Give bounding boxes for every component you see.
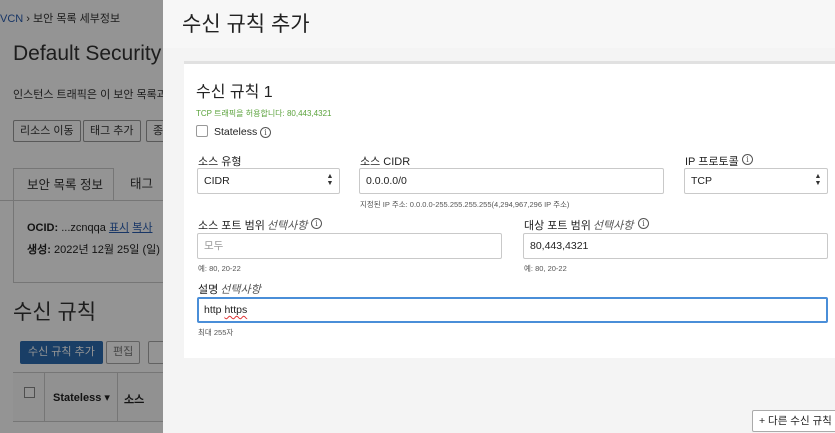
- panel-header: 수신 규칙 추가: [163, 0, 835, 48]
- source-cidr-value: 0.0.0.0/0: [366, 175, 407, 187]
- source-cidr-label: 소스 CIDR: [360, 156, 411, 168]
- description-help: 최대 255자: [198, 328, 234, 337]
- chevron-updown-icon: ▲ ▼: [326, 173, 334, 187]
- chevron-updown-icon: ▲ ▼: [814, 173, 822, 187]
- dest-port-label: 대상 포트 범위 선택사항: [524, 220, 634, 232]
- add-ingress-rules-panel: 수신 규칙 추가 수신 규칙 1 TCP 트래픽을 허용합니다: 80,443,…: [163, 0, 835, 433]
- rule-title: 수신 규칙 1: [196, 84, 273, 101]
- source-cidr-input[interactable]: 0.0.0.0/0: [359, 168, 664, 194]
- ingress-rule-card: 수신 규칙 1 TCP 트래픽을 허용합니다: 80,443,4321 Stat…: [184, 61, 835, 358]
- ip-protocol-select[interactable]: TCP ▲ ▼: [684, 168, 828, 194]
- ip-protocol-label: IP 프로토콜: [685, 156, 739, 168]
- info-icon[interactable]: i: [742, 154, 753, 165]
- panel-body: 수신 규칙 1 TCP 트래픽을 허용합니다: 80,443,4321 Stat…: [163, 48, 835, 433]
- dest-port-input[interactable]: 80,443,4321: [523, 233, 828, 259]
- source-cidr-help: 지정된 IP 주소: 0.0.0.0-255.255.255.255(4,294…: [360, 200, 570, 209]
- source-port-help: 예: 80, 20-22: [198, 264, 241, 273]
- info-icon[interactable]: i: [638, 218, 649, 229]
- dest-port-help: 예: 80, 20-22: [524, 264, 567, 273]
- source-type-label: 소스 유형: [198, 156, 242, 168]
- dest-port-value: 80,443,4321: [530, 240, 589, 252]
- traffic-hint: TCP 트래픽을 허용합니다: 80,443,4321: [196, 109, 332, 118]
- source-type-value: CIDR: [204, 175, 230, 187]
- source-port-label: 소스 포트 범위 선택사항: [198, 220, 308, 232]
- description-value: https: [224, 304, 248, 316]
- source-port-input[interactable]: 모두: [197, 233, 502, 259]
- description-value: http: [204, 304, 222, 316]
- info-icon[interactable]: i: [260, 127, 271, 138]
- ip-protocol-value: TCP: [691, 175, 712, 187]
- source-port-placeholder: 모두: [204, 240, 224, 252]
- info-icon[interactable]: i: [311, 218, 322, 229]
- description-label: 설명 선택사항: [198, 284, 261, 296]
- description-input[interactable]: http https: [197, 297, 828, 323]
- stateless-checkbox[interactable]: [196, 125, 208, 137]
- panel-title: 수신 규칙 추가: [182, 13, 310, 36]
- add-another-ingress-rule-button[interactable]: + 다른 수신 규칙: [752, 410, 835, 432]
- stateless-label: Stateless: [214, 126, 258, 138]
- source-type-select[interactable]: CIDR ▲ ▼: [197, 168, 340, 194]
